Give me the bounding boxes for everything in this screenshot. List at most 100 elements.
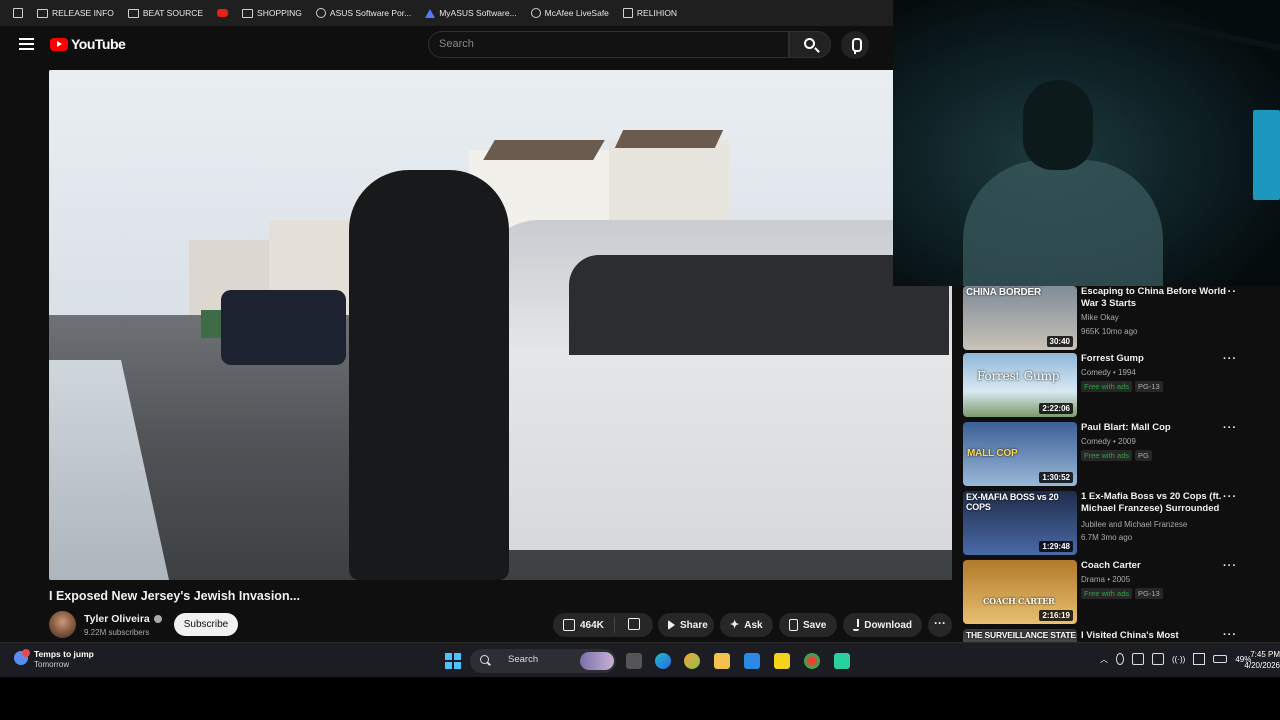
- free-with-ads-badge: Free with ads: [1081, 450, 1133, 461]
- bookmark-apps[interactable]: [6, 0, 30, 26]
- recommendation-item[interactable]: MALL COP 1:30:52 Paul Blart: Mall Cop Co…: [963, 422, 1263, 488]
- recommendation-title[interactable]: Paul Blart: Mall Cop: [1081, 422, 1241, 434]
- folder-icon: [37, 8, 48, 18]
- recommendation-thumbnail[interactable]: Forrest Gump 2:22:06: [963, 353, 1077, 417]
- wifi-icon[interactable]: ((·)): [1172, 655, 1185, 664]
- dislike-button[interactable]: [620, 617, 648, 633]
- bookmark-mcafee[interactable]: McAfee LiveSafe: [524, 0, 616, 26]
- tray-app-icon[interactable]: [1132, 653, 1144, 665]
- youtube-logo[interactable]: YouTube: [50, 36, 126, 52]
- menu-icon[interactable]: [19, 38, 34, 50]
- recommendation-thumbnail[interactable]: MALL COP 1:30:52: [963, 422, 1077, 486]
- subscribe-button[interactable]: Subscribe: [174, 613, 238, 636]
- clock[interactable]: 7:45 PM 4/20/2026: [1240, 649, 1280, 671]
- chrome-icon[interactable]: [804, 653, 820, 669]
- channel-name[interactable]: Tyler Oliveira: [84, 613, 162, 625]
- more-icon[interactable]: ···: [1223, 560, 1237, 572]
- system-tray: ︿ ((·)) 49%: [1100, 653, 1251, 665]
- recommendation-title[interactable]: Coach Carter: [1081, 560, 1241, 572]
- windows-taskbar: Temps to jump Tomorrow Search ︿ ((·)) 49…: [0, 642, 1280, 677]
- channel-avatar[interactable]: [49, 611, 76, 638]
- download-button[interactable]: Download: [843, 613, 922, 637]
- duration-badge: 1:29:48: [1039, 541, 1073, 552]
- bookmarks-bar: RELEASE INFO BEAT SOURCE SHOPPING ASUS S…: [0, 0, 893, 26]
- more-actions-icon[interactable]: ···: [928, 613, 952, 637]
- bookmark-release-info[interactable]: RELEASE INFO: [30, 0, 121, 26]
- thumbs-up-icon: [563, 619, 575, 631]
- bookmark-icon: [789, 619, 798, 631]
- thumbnail-text: THE SURVEILLANCE STATE: [966, 630, 1076, 640]
- taskbar-search[interactable]: Search: [470, 649, 616, 673]
- recommendation-title[interactable]: I Visited China's Most: [1081, 630, 1241, 642]
- channel-name-text: Tyler Oliveira: [84, 613, 150, 625]
- bookmark-relihion[interactable]: RELIHION: [616, 0, 684, 26]
- recommendation-title[interactable]: Escaping to China Before World War 3 Sta…: [1081, 286, 1241, 310]
- recommendation-title[interactable]: Forrest Gump: [1081, 353, 1241, 365]
- more-icon[interactable]: ···: [1223, 286, 1237, 298]
- battery-icon[interactable]: [1213, 655, 1228, 663]
- bookmark-label: RELEASE INFO: [52, 8, 114, 18]
- recommendation-stats: 965K 10mo ago: [1081, 327, 1138, 336]
- search-icon: [480, 655, 489, 664]
- voice-search-icon[interactable]: [841, 31, 869, 59]
- rating-badge: PG: [1135, 450, 1152, 461]
- rating-badge: PG-13: [1135, 588, 1163, 599]
- more-icon[interactable]: ···: [1223, 629, 1237, 641]
- video-player[interactable]: [49, 70, 952, 580]
- bookmark-label: RELIHION: [636, 8, 678, 18]
- recommendation-thumbnail[interactable]: EX-MAFIA BOSS vs 20 COPS 1:29:48: [963, 491, 1077, 555]
- recommendation-channel[interactable]: Jubilee and Michael Franzese: [1081, 520, 1187, 529]
- recommendation-item[interactable]: THE SURVEILLANCE STATE I Visited China's…: [963, 629, 1263, 642]
- recommendation-item[interactable]: Forrest Gump 2:22:06 Forrest Gump Comedy…: [963, 353, 1263, 419]
- edge-icon[interactable]: [655, 653, 671, 669]
- bookmark-myasus[interactable]: MyASUS Software...: [418, 0, 523, 26]
- youtube-masthead: YouTube Search: [0, 26, 893, 64]
- chevron-up-icon[interactable]: ︿: [1100, 654, 1108, 665]
- recommendation-item[interactable]: CHINA BORDER 30:40 Escaping to China Bef…: [963, 286, 1263, 352]
- recommendation-thumbnail[interactable]: COACH CARTER 2:16:19: [963, 560, 1077, 624]
- sticky-notes-icon[interactable]: [774, 653, 790, 669]
- rating-badge: PG-13: [1135, 381, 1163, 392]
- recommendation-genre: Comedy • 2009: [1081, 437, 1136, 446]
- recommendation-item[interactable]: EX-MAFIA BOSS vs 20 COPS 1:29:48 1 Ex-Ma…: [963, 491, 1263, 557]
- recommendation-channel[interactable]: Mike Okay: [1081, 313, 1119, 322]
- search-button[interactable]: [789, 31, 831, 58]
- bookmark-youtube[interactable]: [210, 0, 235, 26]
- start-icon[interactable]: [445, 653, 461, 669]
- share-button[interactable]: Share: [658, 613, 714, 637]
- more-icon[interactable]: ···: [1223, 353, 1237, 365]
- more-icon[interactable]: ···: [1223, 422, 1237, 434]
- weather-subtitle: Tomorrow: [34, 660, 70, 669]
- recommendation-thumbnail[interactable]: THE SURVEILLANCE STATE: [963, 629, 1077, 642]
- search-highlight-icon: [580, 652, 614, 670]
- mail-icon[interactable]: [744, 653, 760, 669]
- search-input[interactable]: Search: [428, 31, 789, 58]
- like-dislike-group: 464K: [553, 613, 653, 637]
- recommendation-item[interactable]: COACH CARTER 2:16:19 Coach Carter Drama …: [963, 560, 1263, 626]
- volume-icon[interactable]: [1193, 653, 1206, 665]
- thumbs-down-icon: [627, 617, 640, 630]
- download-label: Download: [864, 619, 912, 631]
- bookmark-asus-software[interactable]: ASUS Software Por...: [309, 0, 418, 26]
- recommendation-title[interactable]: 1 Ex-Mafia Boss vs 20 Cops (ft. Michael …: [1081, 491, 1241, 515]
- like-count: 464K: [580, 619, 604, 631]
- bookmark-shopping[interactable]: SHOPPING: [235, 0, 309, 26]
- folder-icon: [242, 8, 254, 18]
- app-icon[interactable]: [684, 653, 700, 669]
- save-button[interactable]: Save: [779, 613, 837, 637]
- webcam-person-body: [963, 160, 1163, 286]
- logo-text: YouTube: [71, 36, 126, 52]
- more-icon[interactable]: ···: [1223, 491, 1237, 503]
- tray-app-icon[interactable]: [1152, 653, 1164, 665]
- thumbnail-text: Forrest Gump: [977, 369, 1060, 383]
- file-explorer-icon[interactable]: [714, 653, 730, 669]
- globe-icon: [530, 8, 541, 18]
- notification-badge-icon: [22, 649, 30, 657]
- bookmark-beat-source[interactable]: BEAT SOURCE: [121, 0, 210, 26]
- recommendation-thumbnail[interactable]: CHINA BORDER 30:40: [963, 286, 1077, 350]
- microphone-icon[interactable]: [1116, 653, 1124, 665]
- task-view-icon[interactable]: [626, 653, 642, 669]
- app-icon[interactable]: [834, 653, 850, 669]
- like-button[interactable]: 464K: [553, 617, 615, 633]
- ask-button[interactable]: ✦ Ask: [720, 613, 773, 637]
